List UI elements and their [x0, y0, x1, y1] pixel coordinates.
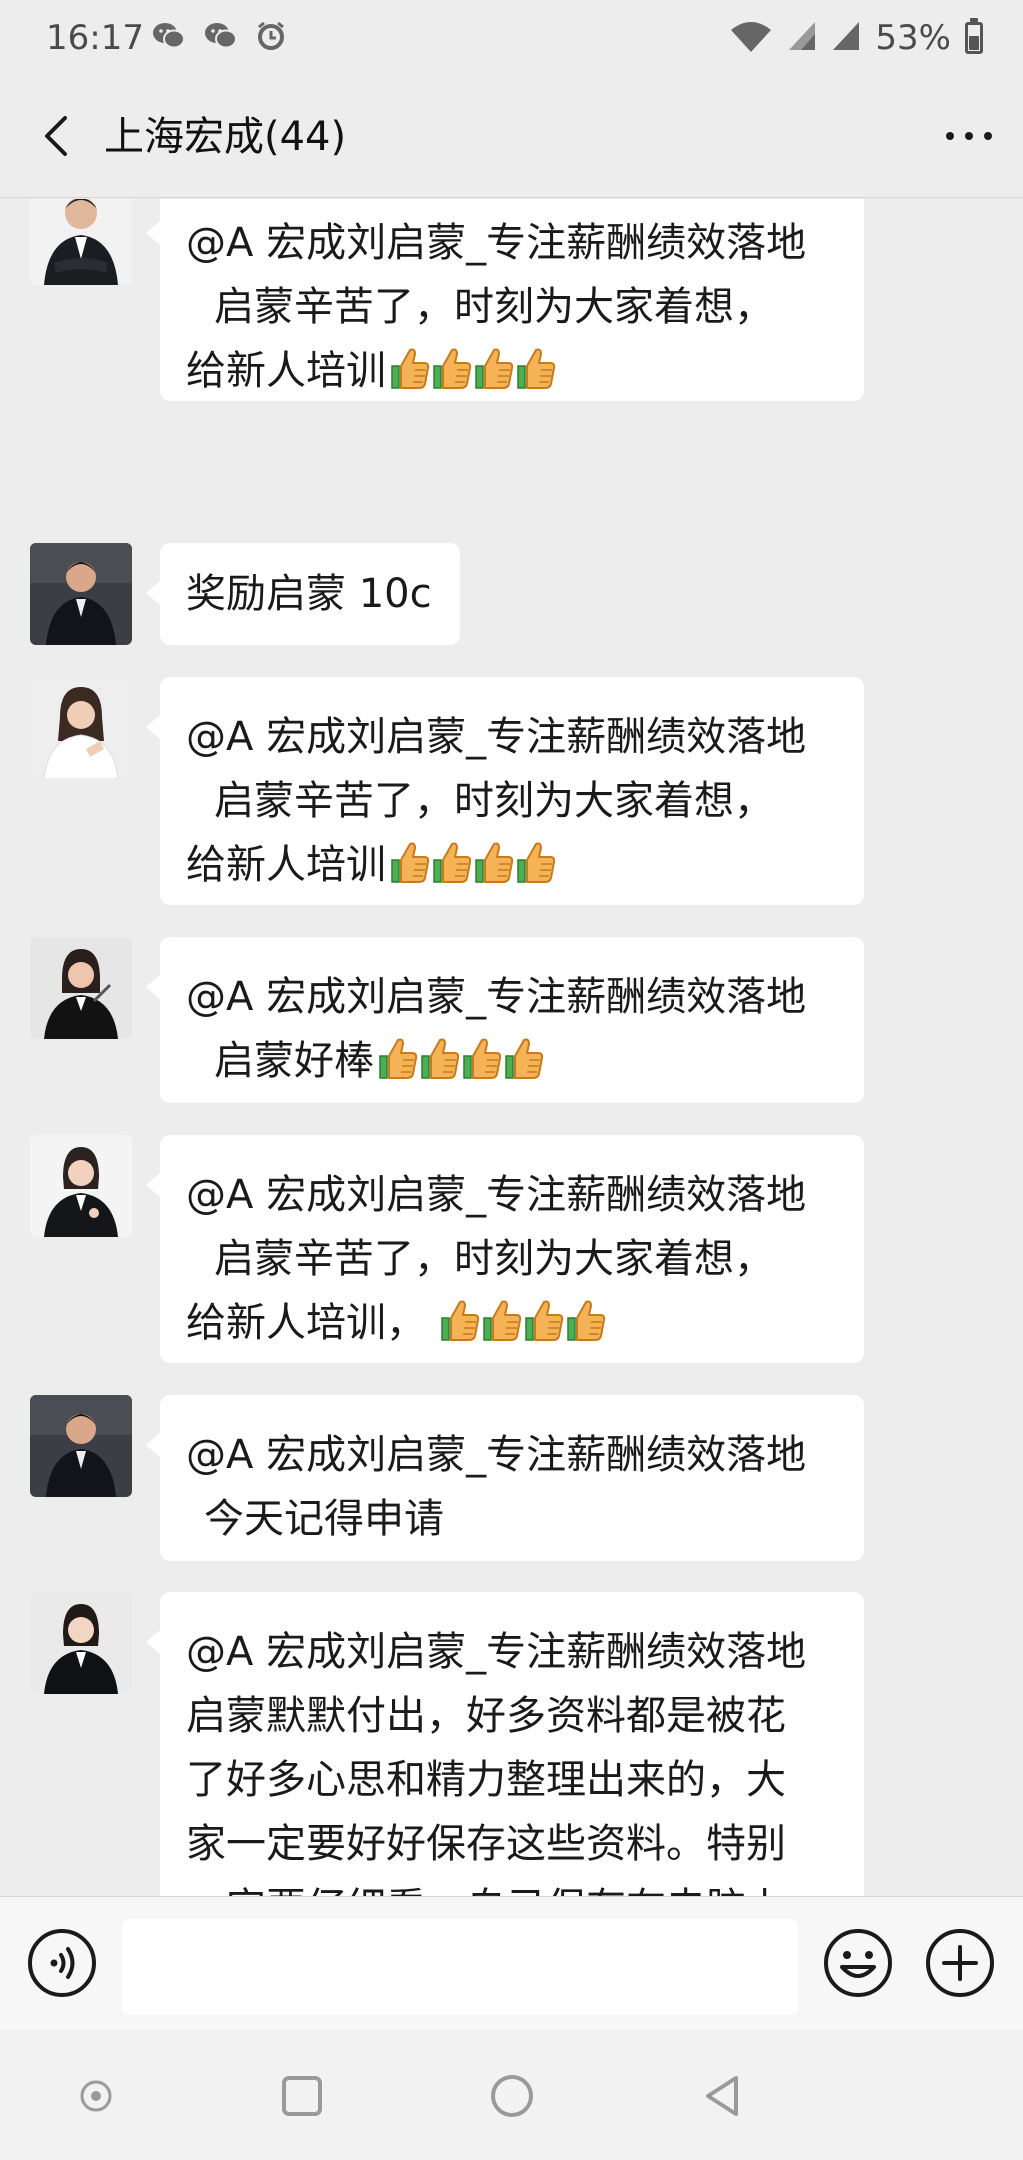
chat-screen: 16:17 53% 上海宏成(44) @A 宏成刘启蒙_专注薪酬绩效落地 启蒙辛… [0, 0, 1023, 2160]
chevron-left-icon [45, 116, 67, 156]
message-line-text: 启蒙辛苦了，时刻为大家着想， [214, 284, 774, 330]
message-line: 给新人培训， [186, 1291, 840, 1361]
message-line: @A 宏成刘启蒙_专注薪酬绩效落地 [186, 1172, 807, 1218]
avatar[interactable] [30, 677, 132, 779]
message-bubble[interactable]: @A 宏成刘启蒙_专注薪酬绩效落地 启蒙辛苦了，时刻为大家着想， 给新人培训 [146, 677, 864, 905]
more-button[interactable] [937, 106, 1001, 166]
message-bubble[interactable]: 奖励启蒙 10c [146, 543, 460, 645]
thumbs-up-icon [462, 1035, 502, 1099]
nav-dot-icon [80, 2080, 112, 2112]
message-line-text: 给新人培训 [186, 842, 386, 888]
thumbs-up-icon [566, 1297, 606, 1361]
thumbs-up-icon [420, 1035, 460, 1099]
thumbs-up-icon [474, 345, 514, 409]
thumbs-up-icon [504, 1035, 544, 1099]
message-line-text: 启蒙辛苦了，时刻为大家着想， [214, 778, 774, 824]
system-nav-bar [0, 2030, 1023, 2160]
message-line: 给新人培训 [186, 833, 840, 903]
voice-icon [28, 1929, 96, 1997]
avatar[interactable] [30, 937, 132, 1039]
message-line: @A 宏成刘启蒙_专注薪酬绩效落地 [186, 1629, 807, 1675]
message-line-text: 给新人培训 [186, 348, 386, 394]
message-bubble[interactable]: @A 宏成刘启蒙_专注薪酬绩效落地 启蒙默默付出，好多资料都是被花 了好多心思和… [146, 1592, 864, 1896]
message-bubble[interactable]: @A 宏成刘启蒙_专注薪酬绩效落地 启蒙好棒 [146, 937, 864, 1103]
battery-percent: 53% [875, 18, 951, 58]
recents-icon [282, 2076, 322, 2116]
message-line: 启蒙辛苦了，时刻为大家着想， [186, 1227, 840, 1291]
message-bubble[interactable]: @A 宏成刘启蒙_专注薪酬绩效落地 启蒙辛苦了，时刻为大家着想， 给新人培训， [146, 1135, 864, 1363]
status-time: 16:17 [46, 18, 144, 58]
avatar[interactable] [30, 199, 132, 285]
thumbs-up-icon [516, 839, 556, 903]
plus-icon [926, 1929, 994, 1997]
message-bubble[interactable]: @A 宏成刘启蒙_专注薪酬绩效落地 今天记得申请 [146, 1395, 864, 1561]
signal-icon [831, 20, 861, 56]
back-nav-button[interactable] [690, 2064, 754, 2128]
message-line: 家一定要好好保存这些资料。特别 [186, 1821, 786, 1867]
emoji-icon [824, 1929, 892, 1997]
battery-fill [969, 36, 979, 50]
avatar[interactable] [30, 1135, 132, 1237]
message-input[interactable] [122, 1919, 798, 2015]
more-dots-icon [946, 132, 992, 140]
thumbs-up-group [390, 839, 556, 903]
chat-title: 上海宏成(44) [104, 114, 347, 160]
message-line: 启蒙好棒 [186, 1029, 840, 1099]
message-line: 了好多心思和精力整理出来的，大 [186, 1757, 786, 1803]
status-bar: 16:17 53% [0, 0, 1023, 76]
home-icon [491, 2075, 533, 2117]
voice-button[interactable] [26, 1927, 98, 1999]
status-right: 53% [729, 14, 983, 62]
notification-icons [152, 20, 286, 56]
message-line: 今天记得申请 [186, 1487, 840, 1551]
message-line-text: 启蒙好棒 [214, 1038, 374, 1084]
thumbs-up-icon [378, 1035, 418, 1099]
message-list[interactable]: @A 宏成刘启蒙_专注薪酬绩效落地 启蒙辛苦了，时刻为大家着想， 给新人培训 奖… [0, 199, 1023, 1896]
thumbs-up-group [440, 1297, 606, 1361]
wechat-icon [152, 21, 186, 55]
message-bubble[interactable]: @A 宏成刘启蒙_专注薪酬绩效落地 启蒙辛苦了，时刻为大家着想， 给新人培训 [146, 199, 864, 401]
thumbs-up-icon [440, 1297, 480, 1361]
input-bar [0, 1896, 1023, 2030]
thumbs-up-icon [432, 345, 472, 409]
thumbs-up-icon [482, 1297, 522, 1361]
back-triangle-icon [706, 2076, 738, 2116]
thumbs-up-group [390, 345, 556, 409]
signal-icon [787, 20, 817, 56]
recents-button[interactable] [270, 2064, 334, 2128]
wifi-icon [729, 20, 773, 56]
back-button[interactable] [26, 106, 86, 166]
message-line-text: 今天记得申请 [204, 1496, 444, 1542]
emoji-button[interactable] [822, 1927, 894, 1999]
message-line: @A 宏成刘启蒙_专注薪酬绩效落地 [186, 220, 807, 266]
thumbs-up-icon [474, 839, 514, 903]
message-line: 给新人培训 [186, 339, 840, 409]
avatar[interactable] [30, 543, 132, 645]
thumbs-up-icon [432, 839, 472, 903]
message-line-text: 启蒙辛苦了，时刻为大家着想， [214, 1236, 774, 1282]
message-line: 一定要仔细看，自己保存在电脑上 [186, 1876, 840, 1896]
message-line: 启蒙默默付出，好多资料都是被花 [186, 1693, 786, 1739]
thumbs-up-icon [390, 839, 430, 903]
avatar[interactable] [30, 1395, 132, 1497]
message-line: @A 宏成刘启蒙_专注薪酬绩效落地 [186, 1432, 807, 1478]
message-line: 奖励启蒙 10c [186, 571, 432, 617]
battery-icon [965, 18, 983, 54]
thumbs-up-icon [524, 1297, 564, 1361]
home-button[interactable] [480, 2064, 544, 2128]
avatar[interactable] [30, 1592, 132, 1694]
nav-dot-button[interactable] [64, 2064, 128, 2128]
message-line: 启蒙辛苦了，时刻为大家着想， [186, 275, 840, 339]
thumbs-up-icon [390, 345, 430, 409]
alarm-icon [256, 20, 286, 56]
chat-header: 上海宏成(44) [0, 76, 1023, 198]
plus-button[interactable] [924, 1927, 996, 1999]
message-line-text: 给新人培训， [186, 1300, 426, 1346]
thumbs-up-group [378, 1035, 544, 1099]
message-line: 启蒙辛苦了，时刻为大家着想， [186, 769, 840, 833]
wechat-icon [204, 21, 238, 55]
thumbs-up-icon [516, 345, 556, 409]
message-line: @A 宏成刘启蒙_专注薪酬绩效落地 [186, 714, 807, 760]
message-line: @A 宏成刘启蒙_专注薪酬绩效落地 [186, 974, 807, 1020]
